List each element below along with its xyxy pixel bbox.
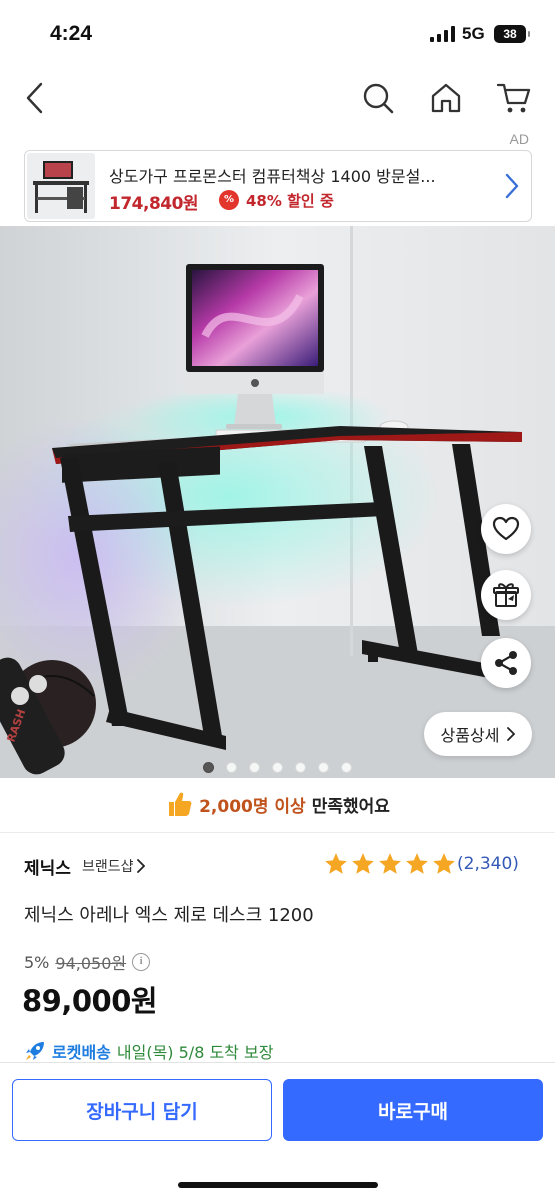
star-icon	[352, 853, 374, 874]
satisfaction-text: 만족했어요	[311, 796, 390, 817]
cart-button[interactable]	[494, 78, 534, 118]
thumbs-up-icon	[169, 792, 192, 816]
share-button[interactable]	[481, 638, 531, 688]
product-image-gallery[interactable]: RASH 상품상세	[0, 226, 555, 778]
buy-now-button[interactable]: 바로구매	[283, 1079, 543, 1141]
satisfaction-banner: 2,000명 이상 만족했어요	[0, 784, 555, 824]
discount-rate: 5%	[24, 952, 50, 972]
star-icon	[379, 853, 401, 874]
product-photo: RASH	[0, 226, 555, 778]
sale-price: 89,000원	[22, 984, 158, 1018]
chevron-left-icon	[26, 82, 43, 114]
search-button[interactable]	[358, 78, 398, 118]
product-detail-button[interactable]: 상품상세	[424, 712, 532, 756]
home-indicator	[178, 1182, 378, 1188]
pagination-dot[interactable]	[226, 762, 237, 773]
star-icon	[406, 853, 428, 874]
star-icon	[325, 853, 347, 874]
home-button[interactable]	[426, 78, 466, 118]
brand-name[interactable]: 제닉스	[24, 854, 71, 879]
top-nav	[0, 70, 555, 130]
signal-icon	[430, 26, 455, 42]
gallery-pagination	[203, 762, 352, 773]
pagination-dot[interactable]	[272, 762, 283, 773]
back-button[interactable]	[14, 78, 54, 118]
gift-button[interactable]	[481, 570, 531, 620]
review-count[interactable]: (2,340)	[457, 854, 519, 874]
bottom-action-bar: 장바구니 담기 바로구매	[0, 1062, 555, 1200]
rocket-icon	[26, 1042, 44, 1060]
chevron-right-icon	[507, 727, 516, 741]
satisfaction-count: 2,000명 이상	[199, 796, 306, 817]
share-icon	[495, 651, 517, 675]
info-icon[interactable]: i	[132, 953, 151, 971]
ad-price: 174,840원	[109, 194, 199, 214]
ad-banner[interactable]: 상도가구 프로몬스터 컴퓨터책상 1400 방문설... 174,840원 % …	[24, 150, 532, 222]
ad-thumbnail	[27, 153, 95, 219]
battery-level: 38	[503, 27, 517, 41]
brand-shop-label: 브랜드샵	[82, 859, 134, 875]
home-icon	[431, 83, 461, 113]
original-price: 94,050원	[55, 954, 127, 973]
rocket-delivery-badge: 로켓배송	[52, 1043, 111, 1062]
delivery-info: 로켓배송 내일(목) 5/8 도착 보장	[24, 1039, 273, 1063]
status-time: 4:24	[50, 22, 93, 45]
pagination-dot[interactable]	[318, 762, 329, 773]
ad-label: AD	[509, 131, 529, 147]
discount-badge: %	[219, 190, 239, 210]
star-icon	[433, 853, 455, 874]
ad-title: 상도가구 프로몬스터 컴퓨터책상 1400 방문설...	[109, 167, 436, 186]
ad-discount: 48% 할인 중	[246, 192, 334, 210]
arrival-date: 내일(목) 5/8 도착 보장	[116, 1043, 274, 1062]
product-name: 제닉스 아레나 엑스 제로 데스크 1200	[24, 905, 314, 926]
rating-stars[interactable]	[323, 851, 457, 877]
heart-icon	[492, 516, 520, 541]
brand-shop-link[interactable]: 브랜드샵	[82, 856, 145, 876]
pagination-dot[interactable]	[249, 762, 260, 773]
search-icon	[363, 83, 394, 114]
divider	[0, 832, 555, 833]
chevron-right-icon	[505, 173, 519, 199]
wishlist-button[interactable]	[481, 504, 531, 554]
gift-icon	[493, 583, 519, 607]
battery-icon: 38	[494, 25, 530, 43]
pagination-dot[interactable]	[203, 762, 214, 773]
original-price-row: 5% 94,050원 i	[24, 950, 151, 974]
status-bar: 4:24 5G 38	[0, 0, 555, 70]
chevron-right-icon	[136, 859, 145, 873]
product-detail-label: 상품상세	[440, 726, 500, 745]
pagination-dot[interactable]	[341, 762, 352, 773]
network-label: 5G	[462, 24, 485, 43]
add-to-cart-button[interactable]: 장바구니 담기	[12, 1079, 272, 1141]
cart-icon	[496, 83, 531, 113]
pagination-dot[interactable]	[295, 762, 306, 773]
